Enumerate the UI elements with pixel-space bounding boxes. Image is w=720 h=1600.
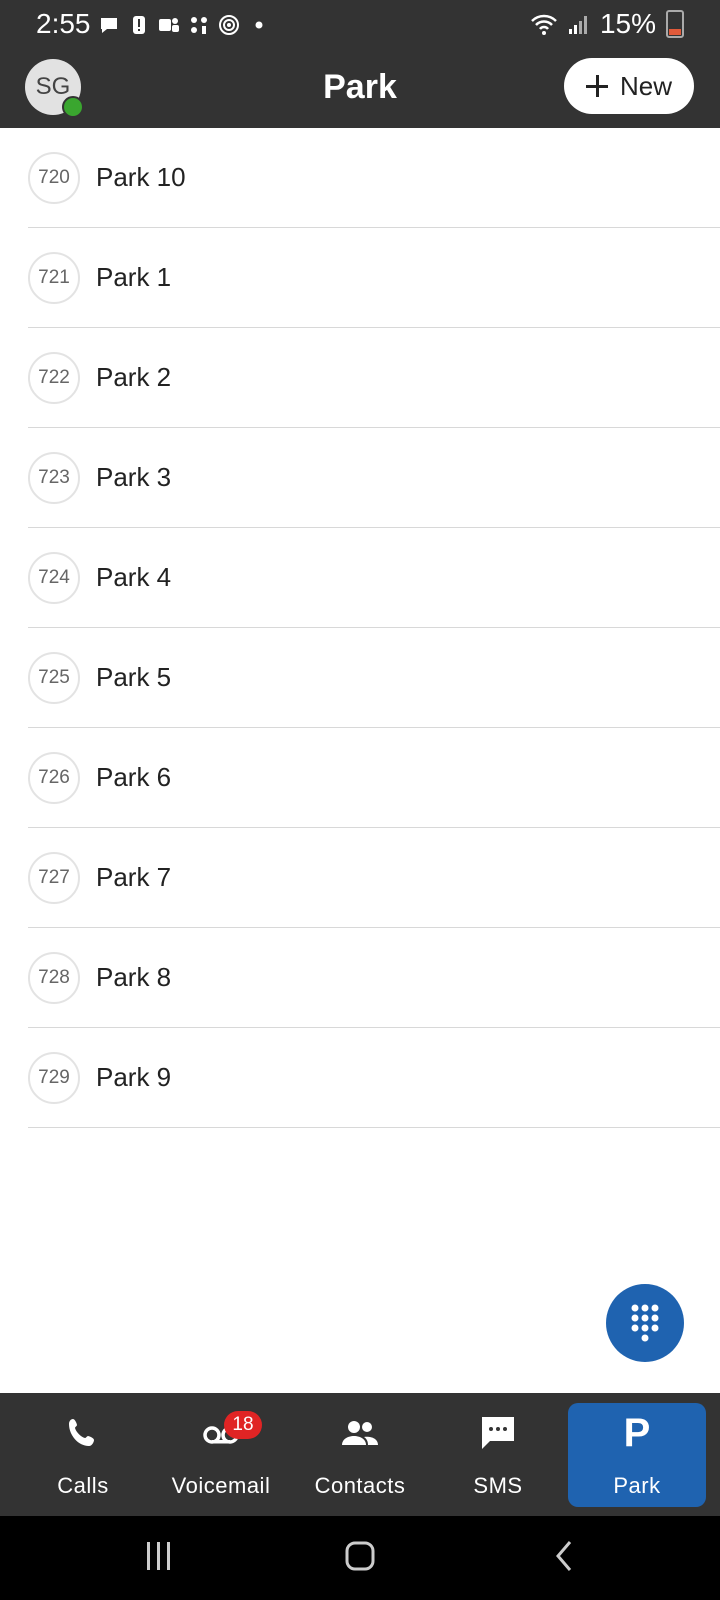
battery-icon	[666, 10, 684, 38]
status-time: 2:55	[36, 8, 91, 39]
list-item-label: Park 1	[96, 262, 172, 292]
list-item-label: Park 7	[96, 862, 172, 892]
signal-icon	[568, 16, 587, 34]
list-item-label: Park 3	[96, 462, 172, 492]
dialpad-button[interactable]	[606, 1284, 684, 1362]
list-item-label: Park 2	[96, 362, 172, 392]
list-item[interactable]: 728 Park 8	[28, 928, 720, 1028]
extension-badge: 722	[28, 351, 80, 404]
tab-calls-label: Calls	[57, 1473, 109, 1498]
recent-apps-icon[interactable]	[144, 1538, 174, 1574]
park-icon: P	[623, 1411, 651, 1455]
target-icon	[219, 15, 239, 35]
list-item[interactable]: 724 Park 4	[28, 528, 720, 628]
extension-badge: 729	[28, 1051, 80, 1104]
wifi-icon	[531, 14, 557, 35]
more-dot-icon	[255, 21, 263, 29]
contacts-icon	[342, 1421, 378, 1445]
tab-sms-label: SMS	[473, 1473, 523, 1498]
park-list: 720 Park 10 721 Park 1 722 Park 2 723 Park 3…	[0, 128, 720, 1128]
tab-contacts-label: Contacts	[314, 1473, 406, 1498]
list-item[interactable]: 720 Park 10	[28, 128, 720, 228]
chat-notification-icon	[101, 18, 117, 33]
extension-badge: 725	[28, 651, 80, 704]
list-item-label: Park 8	[96, 962, 172, 992]
tab-park[interactable]: P Park	[568, 1403, 706, 1507]
tab-park-label: Park	[613, 1473, 661, 1498]
phone-icon	[69, 1419, 94, 1446]
tab-sms[interactable]: SMS	[429, 1403, 567, 1507]
extension-badge: 726	[28, 751, 80, 804]
status-bar: 2:55 15%	[0, 0, 720, 52]
new-button[interactable]: New	[564, 58, 694, 114]
back-icon[interactable]	[552, 1538, 576, 1574]
list-item[interactable]: 727 Park 7	[28, 828, 720, 928]
list-item[interactable]: 721 Park 1	[28, 228, 720, 328]
tab-calls[interactable]: Calls	[14, 1403, 152, 1507]
extension-badge: 727	[28, 851, 80, 904]
alert-notification-icon	[133, 16, 145, 34]
extension-badge: 723	[28, 451, 80, 504]
plus-icon	[585, 75, 608, 97]
battery-percent: 15%	[599, 8, 656, 39]
extension-badge: 728	[28, 951, 80, 1004]
voicemail-count-badge: 18	[224, 1411, 262, 1439]
extension-badge: 721	[28, 251, 80, 304]
new-button-label: New	[619, 70, 672, 101]
extension-badge: 720	[28, 151, 80, 204]
list-item[interactable]: 729 Park 9	[28, 1028, 720, 1128]
tab-voicemail[interactable]: Voicemail	[152, 1403, 290, 1507]
status-right: 15%	[530, 8, 684, 40]
bottom-nav: Calls Voicemail 18 Contacts SMS P Park	[0, 1393, 720, 1516]
list-item-label: Park 5	[96, 662, 172, 692]
sms-icon	[482, 1417, 514, 1449]
home-icon[interactable]	[344, 1538, 376, 1574]
list-item[interactable]: 723 Park 3	[28, 428, 720, 528]
extension-badge: 724	[28, 551, 80, 604]
dots-notification-icon	[191, 17, 207, 34]
list-item[interactable]: 726 Park 6	[28, 728, 720, 828]
tab-voicemail-label: Voicemail	[171, 1473, 271, 1498]
list-item-label: Park 6	[96, 762, 172, 792]
dialpad-icon	[631, 1304, 659, 1342]
list-item-label: Park 10	[96, 162, 186, 192]
list-item[interactable]: 722 Park 2	[28, 328, 720, 428]
system-nav-bar	[0, 1516, 720, 1600]
notification-icons	[98, 14, 270, 36]
list-item[interactable]: 725 Park 5	[28, 628, 720, 728]
list-item-label: Park 4	[96, 562, 172, 592]
tab-contacts[interactable]: Contacts	[291, 1403, 429, 1507]
teams-icon	[159, 18, 179, 32]
list-item-label: Park 9	[96, 1062, 172, 1092]
app-header: SG Park New	[0, 52, 720, 128]
